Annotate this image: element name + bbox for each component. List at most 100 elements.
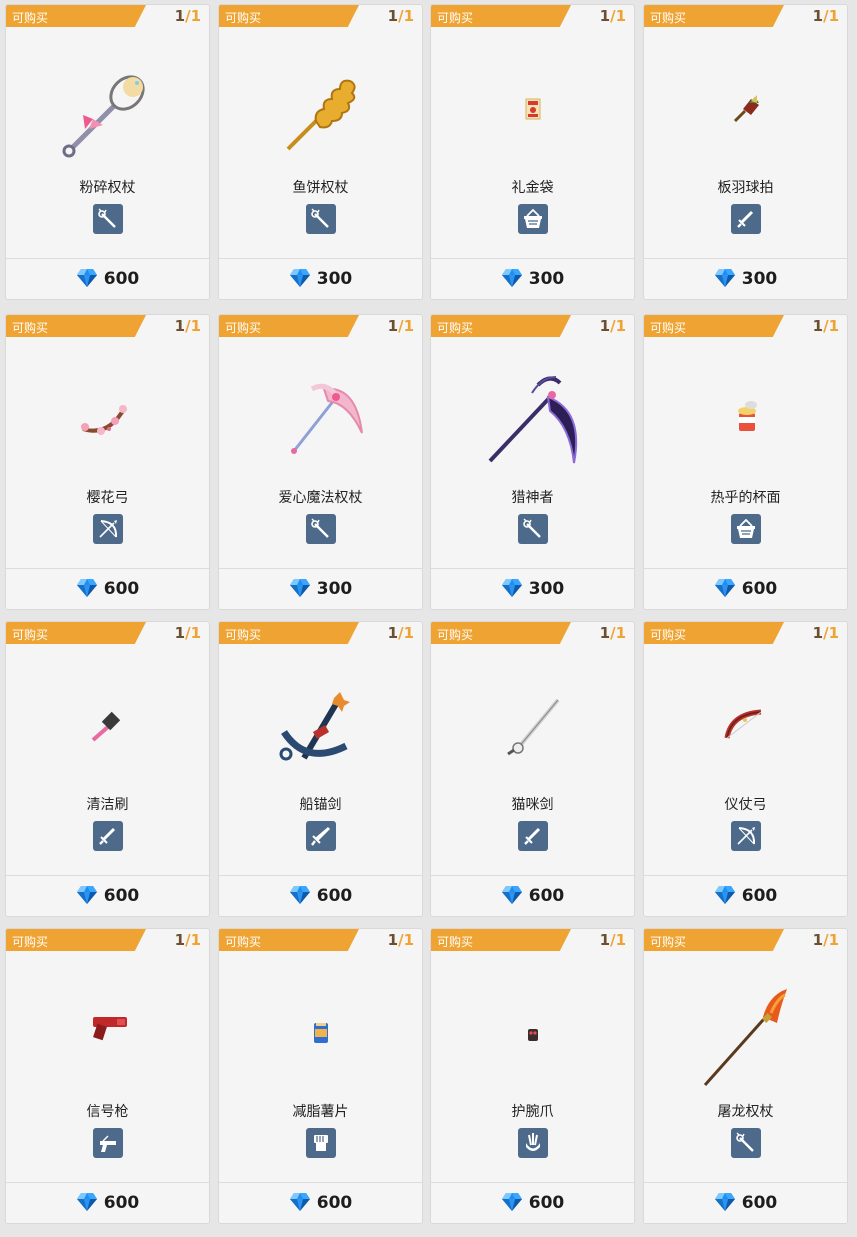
purchasable-label: 可购买 [225, 935, 262, 949]
price-button[interactable]: 600 [6, 875, 209, 916]
shop-item-card[interactable]: 可购买 1/1 粉碎权杖 600 [6, 5, 209, 299]
price-value: 300 [316, 269, 353, 289]
shop-item-card[interactable]: 可购买 1/1 护腕爪 600 [431, 929, 634, 1223]
sword-icon [517, 821, 548, 851]
gem-icon [501, 886, 522, 904]
stock-current: 1 [387, 931, 399, 949]
purchasable-label: 可购买 [12, 628, 49, 642]
item-name: 船锚剑 [299, 796, 342, 812]
shop-item-card[interactable]: 可购买 1/1 船锚剑 600 [219, 622, 422, 916]
shop-item-card[interactable]: 可购买 1/1 礼金袋 300 [431, 5, 634, 299]
item-artwork [488, 376, 577, 464]
stock-current: 1 [387, 624, 399, 642]
purchasable-tag: 可购买 [219, 315, 359, 337]
price-button[interactable]: 600 [219, 875, 422, 916]
price-button[interactable]: 600 [644, 875, 847, 916]
stock-current: 1 [812, 317, 824, 335]
stock-current: 1 [599, 7, 611, 25]
shop-item-card[interactable]: 可购买 1/1 热乎的杯面 600 [644, 315, 847, 609]
item-artwork [506, 698, 560, 756]
stock-current: 1 [174, 624, 186, 642]
price-button[interactable]: 600 [6, 1182, 209, 1223]
stock-count: 1/1 [388, 624, 414, 642]
price-value: 600 [741, 886, 778, 906]
price-button[interactable]: 300 [219, 258, 422, 299]
gem-icon [714, 1193, 735, 1211]
stock-max: 1 [615, 624, 626, 642]
purchasable-tag: 可购买 [644, 929, 784, 951]
item-name: 猫咪剑 [511, 796, 554, 812]
price-value: 600 [103, 269, 140, 289]
item-name: 减脂薯片 [292, 1103, 349, 1119]
gem-icon [76, 1193, 97, 1211]
purchasable-tag: 可购买 [6, 5, 146, 27]
shop-item-card[interactable]: 可购买 1/1 仪仗弓 600 [644, 622, 847, 916]
stock-max: 1 [615, 317, 626, 335]
purchasable-tag: 可购买 [431, 315, 571, 337]
stock-count: 1/1 [600, 317, 626, 335]
shop-item-card[interactable]: 可购买 1/1 信号枪 600 [6, 929, 209, 1223]
item-name: 信号枪 [86, 1103, 129, 1119]
item-artwork [527, 1029, 538, 1041]
shop-grid: 可购买 1/1 粉碎权杖 600 可购买 1/1 鱼饼权杖 300 可购买 1/… [0, 0, 857, 1237]
purchasable-label: 可购买 [12, 935, 49, 949]
stock-count: 1/1 [813, 624, 839, 642]
bow-icon [730, 821, 761, 851]
stock-max: 1 [615, 931, 626, 949]
item-artwork [525, 98, 540, 120]
price-button[interactable]: 600 [6, 568, 209, 609]
item-artwork [733, 95, 759, 123]
shop-item-card[interactable]: 可购买 1/1 板羽球拍 300 [644, 5, 847, 299]
price-button[interactable]: 600 [431, 1182, 634, 1223]
shop-item-card[interactable]: 可购买 1/1 猎神者 300 [431, 315, 634, 609]
price-button[interactable]: 300 [431, 258, 634, 299]
item-name: 粉碎权杖 [79, 179, 136, 195]
purchasable-label: 可购买 [437, 935, 474, 949]
staff-icon [92, 204, 123, 234]
item-name: 猎神者 [511, 489, 554, 505]
purchasable-tag: 可购买 [431, 929, 571, 951]
stock-max: 1 [828, 931, 839, 949]
purchasable-tag: 可购买 [431, 5, 571, 27]
price-button[interactable]: 600 [6, 258, 209, 299]
price-button[interactable]: 600 [431, 875, 634, 916]
stock-max: 1 [403, 7, 414, 25]
price-button[interactable]: 300 [644, 258, 847, 299]
stock-count: 1/1 [175, 931, 201, 949]
shop-item-card[interactable]: 可购买 1/1 猫咪剑 600 [431, 622, 634, 916]
stock-max: 1 [403, 624, 414, 642]
gem-icon [501, 1193, 522, 1211]
gun-icon [92, 1128, 123, 1158]
staff-icon [305, 204, 336, 234]
item-artwork [724, 709, 761, 739]
gem-icon [289, 1193, 310, 1211]
price-value: 300 [316, 579, 353, 599]
stock-current: 1 [174, 7, 186, 25]
price-value: 600 [741, 579, 778, 599]
price-value: 600 [103, 579, 140, 599]
price-button[interactable]: 600 [644, 1182, 847, 1223]
price-button[interactable]: 600 [219, 1182, 422, 1223]
price-button[interactable]: 600 [644, 568, 847, 609]
price-button[interactable]: 300 [431, 568, 634, 609]
shop-item-card[interactable]: 可购买 1/1 樱花弓 600 [6, 315, 209, 609]
shop-item-card[interactable]: 可购买 1/1 鱼饼权杖 300 [219, 5, 422, 299]
item-artwork [737, 401, 757, 431]
shop-item-card[interactable]: 可购买 1/1 屠龙权杖 600 [644, 929, 847, 1223]
price-value: 300 [741, 269, 778, 289]
purchasable-label: 可购买 [225, 11, 262, 25]
purchasable-tag: 可购买 [219, 622, 359, 644]
purchasable-tag: 可购买 [219, 929, 359, 951]
price-button[interactable]: 300 [219, 568, 422, 609]
shop-item-card[interactable]: 可购买 1/1 清洁刷 600 [6, 622, 209, 916]
sword-icon [730, 204, 761, 234]
purchasable-label: 可购买 [650, 628, 687, 642]
item-artwork [703, 989, 787, 1086]
shop-item-card[interactable]: 可购买 1/1 爱心魔法权杖 300 [219, 315, 422, 609]
gem-icon [289, 579, 310, 597]
stock-count: 1/1 [600, 7, 626, 25]
basket-icon [730, 514, 761, 544]
shop-item-card[interactable]: 可购买 1/1 减脂薯片 600 [219, 929, 422, 1223]
staff-icon [305, 514, 336, 544]
gem-icon [714, 886, 735, 904]
